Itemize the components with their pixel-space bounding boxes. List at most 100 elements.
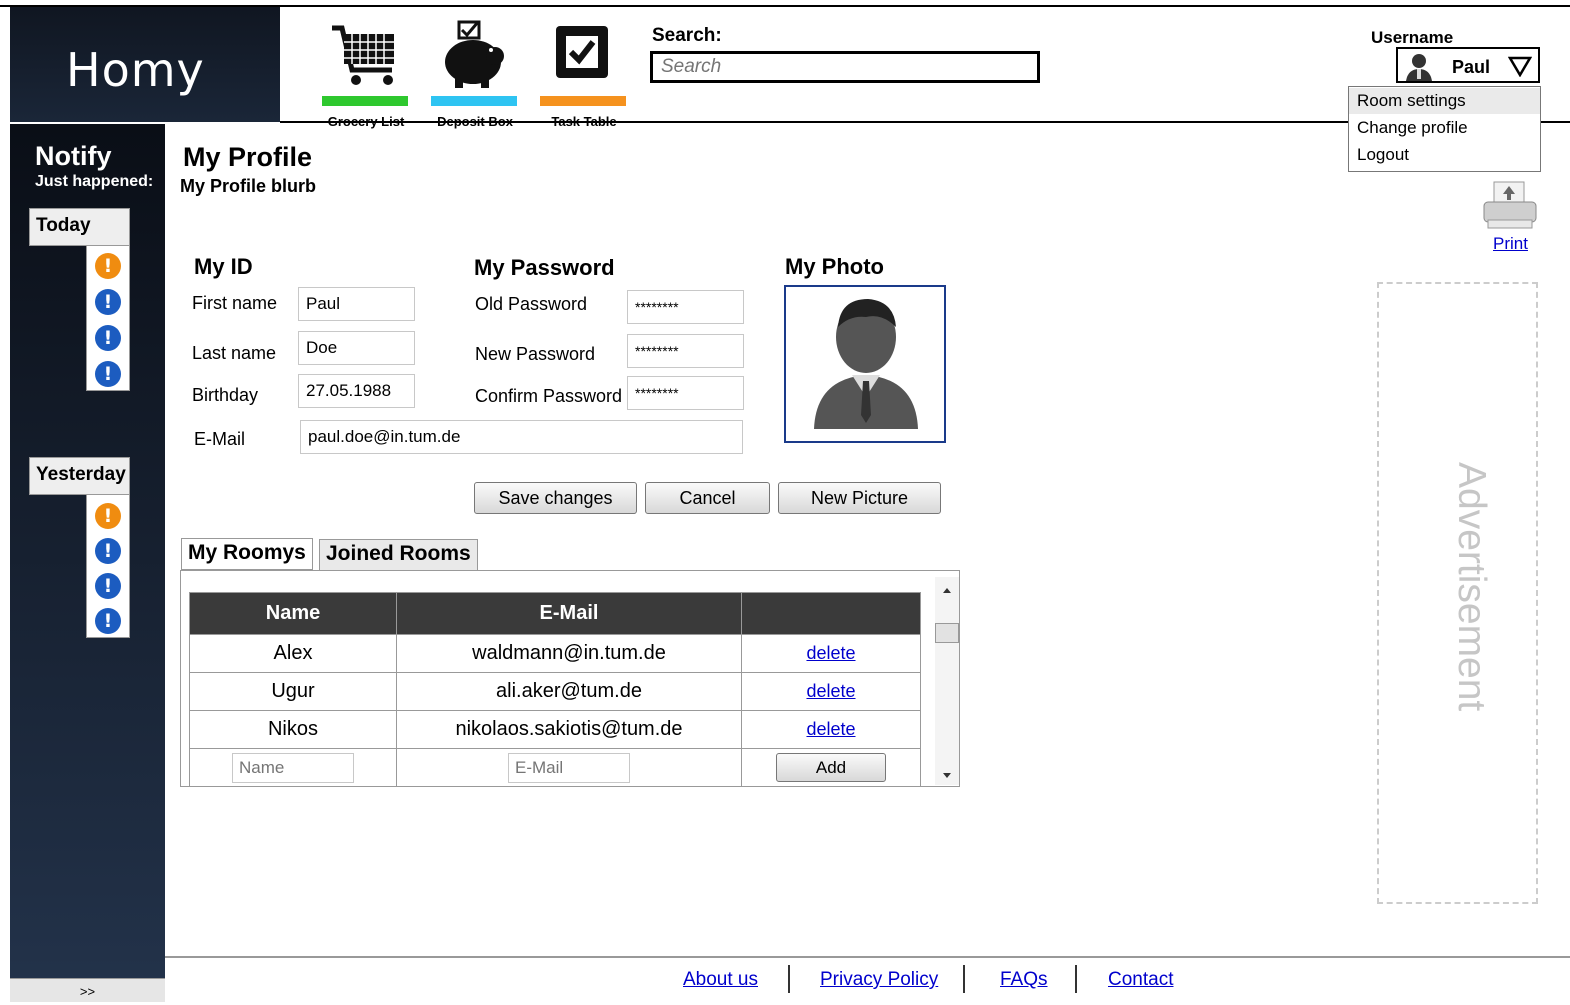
footer-separator xyxy=(1075,965,1077,993)
warning-icon[interactable]: ! xyxy=(95,253,121,279)
nav-color-bar xyxy=(540,96,626,106)
table-header: Name E-Mail xyxy=(189,592,921,635)
delete-link[interactable]: delete xyxy=(806,719,855,739)
today-notifications: ! ! ! ! xyxy=(86,245,130,391)
username: Paul xyxy=(1452,57,1491,77)
footer-link-privacy[interactable]: Privacy Policy xyxy=(820,969,938,991)
user-dropdown[interactable]: Paul xyxy=(1396,47,1540,83)
table-scrollbar[interactable] xyxy=(935,577,959,785)
delete-link[interactable]: delete xyxy=(806,681,855,701)
tab-my-roomys[interactable]: My Roomys xyxy=(181,538,313,570)
info-icon[interactable]: ! xyxy=(95,289,121,315)
search-label: Search: xyxy=(652,25,722,46)
info-icon[interactable]: ! xyxy=(95,538,121,564)
menu-item-room-settings[interactable]: Room settings xyxy=(1349,88,1540,114)
email-field[interactable] xyxy=(300,420,743,454)
new-roomy-name-input[interactable] xyxy=(232,752,354,783)
footer-link-faqs[interactable]: FAQs xyxy=(1000,969,1048,991)
roomys-table: Name E-Mail Alex waldmann@in.tum.de dele… xyxy=(189,592,921,787)
info-icon[interactable]: ! xyxy=(95,325,121,351)
roomy-name: Alex xyxy=(189,634,397,673)
nav-label: Task Table xyxy=(551,114,617,129)
notify-subtitle: Just happened: xyxy=(35,173,154,190)
menu-item-change-profile[interactable]: Change profile xyxy=(1349,115,1540,141)
group-today: Today xyxy=(29,208,130,246)
new-picture-button[interactable]: New Picture xyxy=(778,482,941,514)
expand-sidebar-button[interactable]: >> xyxy=(10,978,165,1002)
app-logo[interactable]: Homy xyxy=(10,7,280,122)
nav-color-bar xyxy=(322,96,408,106)
email-label: E-Mail xyxy=(194,429,246,449)
roomy-name: Ugur xyxy=(189,672,397,711)
nav-task-table[interactable]: Task Table xyxy=(540,18,636,138)
logo-text: Homy xyxy=(66,43,205,97)
table-row: Alex waldmann@in.tum.de delete xyxy=(189,634,921,673)
roomy-email: nikolaos.sakiotis@tum.de xyxy=(396,710,742,749)
group-yesterday: Yesterday xyxy=(29,457,130,495)
tab-joined-rooms[interactable]: Joined Rooms xyxy=(319,539,478,571)
print-link[interactable]: Print xyxy=(1493,234,1528,254)
page-blurb: My Profile blurb xyxy=(180,176,317,196)
menu-item-logout[interactable]: Logout xyxy=(1349,142,1540,168)
avatar-icon xyxy=(1406,54,1432,81)
nav-label: Deposit Box xyxy=(437,114,513,129)
footer-link-contact[interactable]: Contact xyxy=(1108,969,1173,991)
new-password-label: New Password xyxy=(475,344,596,364)
shopping-cart-icon xyxy=(332,25,394,85)
advertisement-placeholder: Advertisement xyxy=(1377,282,1538,904)
nav-label: Grocery List xyxy=(327,114,405,129)
info-icon[interactable]: ! xyxy=(95,608,121,634)
info-icon[interactable]: ! xyxy=(95,361,121,387)
scroll-down-icon xyxy=(943,773,951,778)
piggy-bank-icon xyxy=(445,20,504,88)
first-name-field[interactable] xyxy=(298,287,415,321)
add-roomy-row: Add xyxy=(189,748,921,787)
search-input[interactable] xyxy=(650,51,1040,83)
advertisement-label: Advertisement xyxy=(1450,462,1493,712)
my-password-heading: My Password xyxy=(474,255,615,280)
table-row: Nikos nikolaos.sakiotis@tum.de delete xyxy=(189,710,921,749)
birthday-field[interactable] xyxy=(298,374,415,408)
footer-divider xyxy=(165,956,1570,958)
birthday-label: Birthday xyxy=(192,385,259,405)
footer-link-about[interactable]: About us xyxy=(683,969,758,991)
old-password-field[interactable] xyxy=(627,290,744,324)
save-changes-button[interactable]: Save changes xyxy=(474,482,637,514)
confirm-password-label: Confirm Password xyxy=(475,386,623,406)
last-name-label: Last name xyxy=(192,343,277,363)
scroll-up-icon xyxy=(943,588,951,593)
nav-color-bar xyxy=(431,96,517,106)
scrollbar-thumb[interactable] xyxy=(935,623,959,643)
my-id-heading: My ID xyxy=(194,254,253,279)
roomy-name: Nikos xyxy=(189,710,397,749)
notify-title: Notify xyxy=(35,141,112,171)
checkbox-icon xyxy=(556,26,608,78)
add-roomy-button[interactable]: Add xyxy=(776,753,886,782)
confirm-password-field[interactable] xyxy=(627,376,744,410)
cancel-button[interactable]: Cancel xyxy=(645,482,770,514)
my-photo-heading: My Photo xyxy=(785,254,884,279)
username-label: Username xyxy=(1371,28,1454,47)
nav-deposit-box[interactable]: Deposit Box xyxy=(431,18,527,138)
user-menu: Room settings Change profile Logout xyxy=(1348,86,1541,172)
nav-grocery-list[interactable]: Grocery List xyxy=(322,18,418,138)
column-header-email: E-Mail xyxy=(396,592,742,635)
chevron-down-icon xyxy=(1508,56,1532,77)
first-name-label: First name xyxy=(192,293,278,313)
warning-icon[interactable]: ! xyxy=(95,503,121,529)
info-icon[interactable]: ! xyxy=(95,573,121,599)
new-roomy-email-input[interactable] xyxy=(508,752,630,783)
column-header-name: Name xyxy=(189,592,397,635)
delete-link[interactable]: delete xyxy=(806,643,855,663)
roomy-email: waldmann@in.tum.de xyxy=(396,634,742,673)
footer-separator xyxy=(963,965,965,993)
table-row: Ugur ali.aker@tum.de delete xyxy=(189,672,921,711)
new-password-field[interactable] xyxy=(627,334,744,368)
old-password-label: Old Password xyxy=(475,294,588,314)
footer-separator xyxy=(788,965,790,993)
last-name-field[interactable] xyxy=(298,331,415,365)
printer-icon[interactable] xyxy=(1482,180,1538,234)
profile-photo[interactable] xyxy=(784,285,946,443)
roomy-email: ali.aker@tum.de xyxy=(396,672,742,711)
yesterday-notifications: ! ! ! ! xyxy=(86,494,130,638)
